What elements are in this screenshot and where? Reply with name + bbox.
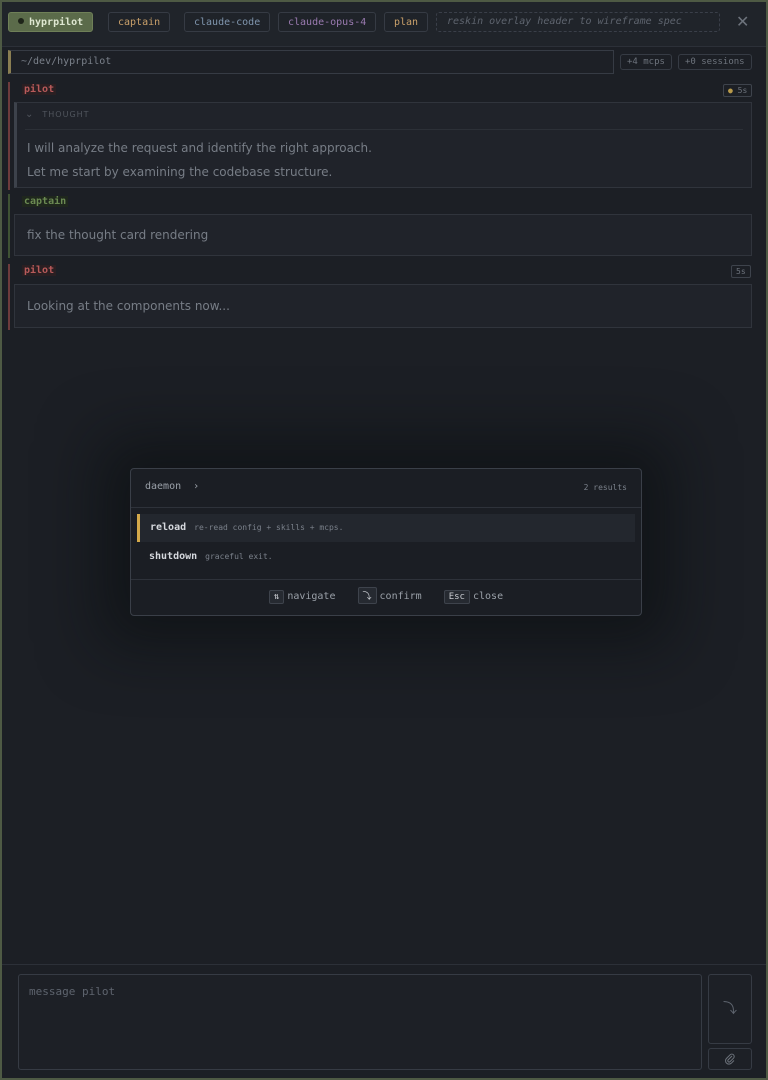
overlay-window: hyprpilot captain claude-code claude-opu… — [0, 0, 768, 1080]
palette-divider — [131, 579, 641, 580]
chevron-right-icon: › — [193, 481, 200, 492]
turn-time-badge: 5s — [731, 265, 751, 278]
model-chip[interactable]: claude-opus-4 — [278, 12, 377, 32]
command-description: graceful exit. — [205, 552, 273, 561]
hint-label: close — [472, 591, 504, 602]
chevron-down-icon: ⌄ — [25, 109, 35, 120]
attach-button[interactable] — [708, 1048, 752, 1070]
status-dot-icon — [18, 18, 24, 24]
palette-item-reload[interactable]: reload re-read config + skills + mcps. — [137, 514, 635, 542]
command-description: re-read config + skills + mcps. — [194, 523, 344, 532]
thought-line: Let me start by examining the codebase s… — [27, 165, 333, 179]
captain-chip[interactable]: captain — [108, 12, 171, 32]
mcps-badge[interactable]: +4 mcps — [620, 54, 672, 70]
thought-label: THOUGHT — [42, 110, 90, 119]
hint-label: navigate — [287, 591, 336, 602]
command-name: shutdown — [149, 551, 198, 562]
command-name: reload — [150, 522, 187, 533]
hint-label: confirm — [379, 591, 422, 602]
turn-time: 5s — [737, 86, 748, 95]
result-count: 2 results — [583, 483, 627, 492]
mode-chip[interactable]: plan — [384, 12, 429, 32]
thought-header[interactable]: ⌄ THOUGHT — [25, 109, 90, 120]
role-label-pilot: pilot — [22, 265, 57, 276]
agent-chip[interactable]: claude-code — [184, 12, 271, 32]
composer-divider — [2, 964, 766, 965]
captain-turn-rail — [8, 194, 10, 258]
thought-card[interactable]: ⌄ THOUGHT I will analyze the request and … — [14, 102, 752, 188]
send-icon: ⤵ — [723, 1001, 737, 1017]
brand-chip[interactable]: hyprpilot — [8, 12, 94, 32]
pilot-turn-rail — [8, 264, 10, 330]
send-button[interactable]: ⤵ — [708, 974, 752, 1044]
sessions-badge[interactable]: +0 sessions — [678, 54, 752, 70]
palette-divider — [131, 507, 641, 508]
palette-footer: ⇅ navigate ⤵ confirm Esc close — [131, 587, 641, 604]
role-label-captain: captain — [22, 196, 69, 207]
hint-confirm: ⤵ confirm — [357, 587, 422, 604]
esc-key: Esc — [443, 590, 470, 604]
turn-time-badge: ● 5s — [723, 84, 753, 97]
navigate-key-icon: ⇅ — [268, 590, 285, 604]
close-icon[interactable]: ✕ — [736, 14, 749, 30]
task-title-input[interactable]: reskin overlay header to wireframe spec — [436, 12, 720, 32]
palette-breadcrumb[interactable]: daemon › — [145, 481, 199, 492]
thought-line: I will analyze the request and identify … — [27, 141, 372, 155]
hint-close: Esc close — [443, 590, 504, 604]
hint-navigate: ⇅ navigate — [268, 590, 336, 604]
header-bar: hyprpilot captain claude-code claude-opu… — [2, 2, 766, 47]
palette-item-shutdown[interactable]: shutdown graceful exit. — [137, 543, 635, 571]
brand-label: hyprpilot — [29, 17, 84, 28]
live-dot-icon: ● — [728, 86, 733, 95]
pilot-turn-rail — [8, 82, 10, 190]
paperclip-icon — [725, 1053, 735, 1065]
message-input[interactable]: message pilot — [18, 974, 702, 1070]
role-label-pilot: pilot — [22, 84, 57, 95]
thought-divider — [25, 129, 743, 130]
message-card: fix the thought card rendering — [14, 214, 752, 256]
message-card: Looking at the components now... — [14, 284, 752, 328]
cwd-path: ~/dev/hyprpilot — [8, 50, 614, 74]
command-palette: daemon › 2 results reload re-read config … — [130, 468, 642, 616]
enter-key-icon: ⤵ — [357, 587, 377, 604]
breadcrumb-label: daemon — [145, 481, 182, 492]
